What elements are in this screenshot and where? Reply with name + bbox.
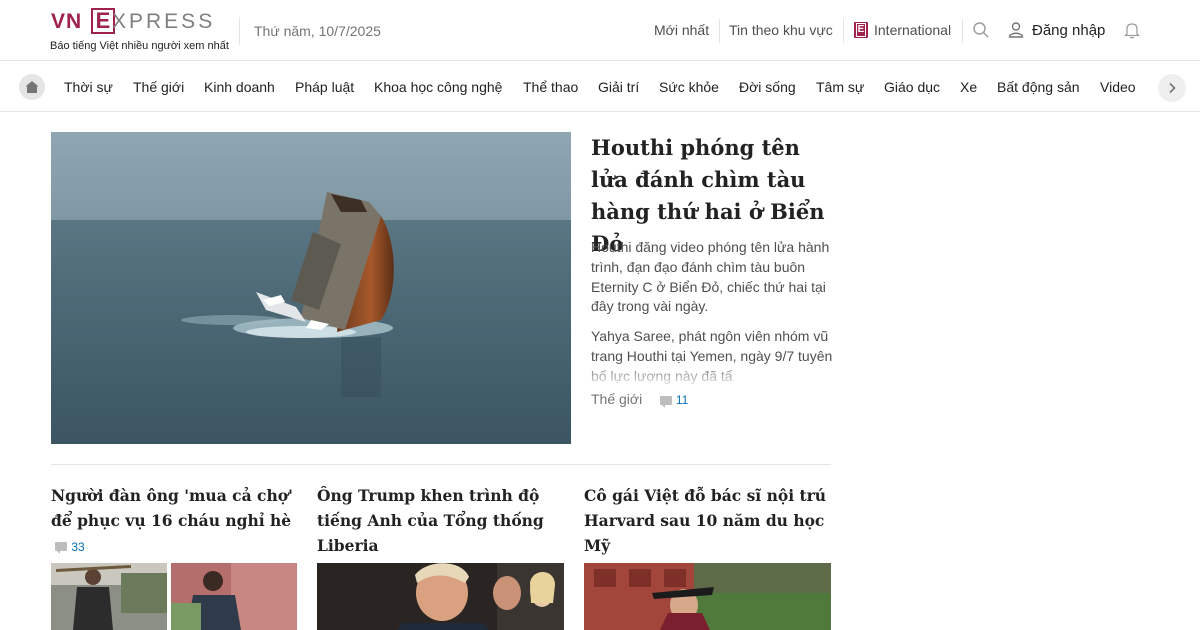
nav-item-kinh-doanh[interactable]: Kinh doanh	[204, 79, 275, 95]
sub-story-title[interactable]: Ông Trump khen trình độ tiếng Anh của Tổ…	[317, 483, 567, 558]
header-divider	[962, 19, 963, 43]
comment-icon	[659, 395, 672, 408]
login-link[interactable]: Đăng nhập	[1032, 22, 1105, 39]
sub-story-comments[interactable]: 33	[55, 534, 85, 560]
sub-story-photo[interactable]	[584, 563, 831, 630]
nav-item-xe[interactable]: Xe	[960, 79, 977, 95]
chevron-right-icon[interactable]	[1158, 74, 1186, 102]
sub-story-comment-count[interactable]: 33	[71, 540, 84, 554]
current-date: Thứ năm, 10/7/2025	[254, 23, 381, 39]
sub-story-photo[interactable]	[317, 563, 564, 630]
comment-icon	[55, 542, 67, 555]
international-logo-icon	[854, 22, 868, 38]
site-header: VN E XPRESS Báo tiếng Việt nhiều người x…	[0, 0, 1200, 61]
sub-story-title[interactable]: Người đàn ông 'mua cả chợ' để phục vụ 16…	[51, 483, 301, 560]
newest-link[interactable]: Mới nhất	[654, 22, 709, 38]
main-navigation: Thời sự Thế giới Kinh doanh Pháp luật Kh…	[0, 62, 1200, 112]
nav-item-the-thao[interactable]: Thể thao	[523, 79, 578, 95]
header-divider	[719, 19, 720, 43]
main-story-lead: Houthi đăng video phóng tên lửa hành trì…	[591, 239, 830, 315]
international-link[interactable]: International	[874, 22, 951, 38]
sub-story-title-text[interactable]: Người đàn ông 'mua cả chợ' để phục vụ 16…	[51, 486, 293, 530]
header-divider	[843, 19, 844, 43]
main-story-meta: Thế giới 11	[591, 391, 688, 408]
excerpt-fade	[591, 360, 836, 388]
bell-icon[interactable]	[1122, 20, 1142, 40]
sub-story-title-text[interactable]: Ông Trump khen trình độ tiếng Anh của Tổ…	[317, 486, 544, 555]
logo-xpress: XPRESS	[112, 10, 216, 33]
main-story-photo[interactable]	[51, 132, 571, 444]
header-divider	[239, 17, 240, 45]
section-divider	[51, 464, 831, 465]
home-icon[interactable]	[19, 74, 45, 100]
nav-item-khoa-hoc-cong-nghe[interactable]: Khoa học công nghệ	[374, 79, 502, 95]
main-story-category[interactable]: Thế giới	[591, 391, 642, 407]
nav-item-video[interactable]: Video	[1100, 79, 1136, 95]
nav-item-thoi-su[interactable]: Thời sự	[64, 79, 113, 95]
nav-item-phap-luat[interactable]: Pháp luật	[295, 79, 354, 95]
sub-story-photo[interactable]	[51, 563, 167, 630]
nav-item-giao-duc[interactable]: Giáo dục	[884, 79, 940, 95]
nav-item-doi-song[interactable]: Đời sống	[739, 79, 796, 95]
nav-item-giai-tri[interactable]: Giải trí	[598, 79, 639, 95]
sub-story-title-text[interactable]: Cô gái Việt đỗ bác sĩ nội trú Harvard sa…	[584, 486, 826, 555]
nav-item-tam-su[interactable]: Tâm sự	[816, 79, 864, 95]
nav-item-bat-dong-san[interactable]: Bất động sản	[997, 79, 1080, 95]
main-story-comment-count[interactable]: 11	[676, 393, 688, 407]
regional-news-link[interactable]: Tin theo khu vực	[729, 22, 833, 38]
vnexpress-logo[interactable]: VN E XPRESS	[51, 8, 225, 34]
logo-vn: VN	[51, 10, 83, 33]
nav-item-suc-khoe[interactable]: Sức khỏe	[659, 79, 719, 95]
nav-item-the-gioi[interactable]: Thế giới	[133, 79, 184, 95]
site-tagline: Báo tiếng Việt nhiều người xem nhất	[50, 40, 229, 52]
user-icon[interactable]	[1006, 20, 1026, 40]
search-icon[interactable]	[971, 20, 991, 40]
sub-story-photo[interactable]	[171, 563, 297, 630]
